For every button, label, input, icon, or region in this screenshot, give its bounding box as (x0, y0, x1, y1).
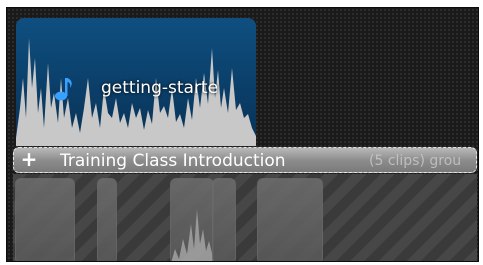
clip-title: getting-starte (101, 78, 219, 98)
group-clip-count: (5 clips) grou (369, 153, 462, 169)
grouped-clip[interactable] (212, 178, 236, 261)
expand-group-button[interactable]: + (19, 149, 39, 169)
grouped-clip[interactable] (15, 178, 75, 261)
waveform-icon (171, 209, 213, 261)
grouped-clip[interactable] (170, 178, 214, 261)
clip-group-header[interactable]: + Training Class Introduction (5 clips) … (13, 147, 477, 173)
audio-clip[interactable]: getting-starte (16, 18, 256, 146)
timeline-track-area: getting-starte + Training Class Introduc… (6, 7, 479, 262)
group-title: Training Class Introduction (60, 151, 286, 171)
grouped-clip[interactable] (97, 178, 117, 261)
grouped-clip[interactable] (257, 178, 323, 261)
music-note-icon (55, 78, 72, 101)
grouped-clips-lane (13, 174, 477, 261)
